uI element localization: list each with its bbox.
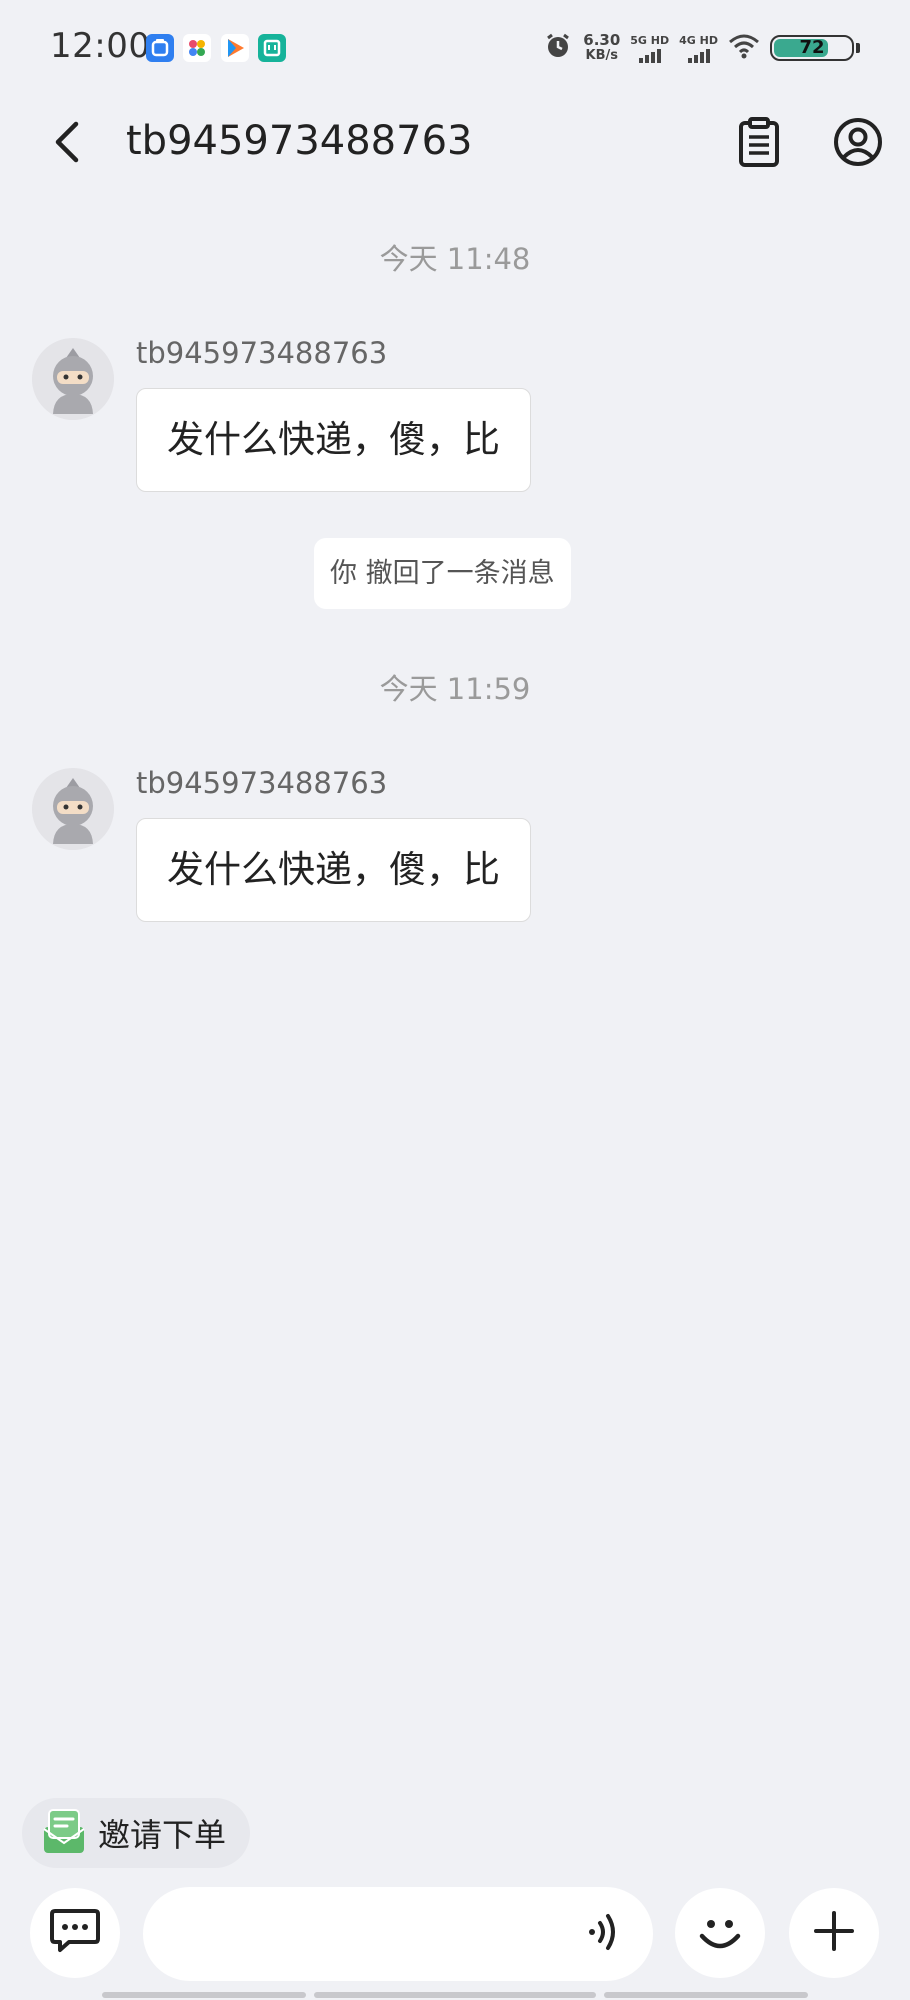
battery-indicator: 72 xyxy=(770,35,854,61)
invite-order-button[interactable]: 邀请下单 xyxy=(22,1798,251,1868)
pinwheel-app-icon xyxy=(183,34,211,62)
signal-bars-icon xyxy=(687,48,710,63)
plus-icon xyxy=(812,1909,856,1957)
sender-name: tb945973488763 xyxy=(136,336,388,370)
message-bubble[interactable]: 发什么快递，傻，比 xyxy=(136,388,531,492)
chat-header: tb945973488763 xyxy=(0,96,910,192)
profile-button[interactable] xyxy=(828,114,888,174)
bubble-app-icon xyxy=(146,34,174,62)
network-speed: 6.30 KB/s xyxy=(583,32,620,64)
invite-order-label: 邀请下单 xyxy=(98,1816,227,1854)
mi-app-icon xyxy=(258,34,286,62)
voice-wave-icon xyxy=(586,1909,626,1959)
sim2-signal: 4G HD xyxy=(679,34,718,63)
time-separator: 今天 11:59 xyxy=(379,672,531,706)
back-arrow-icon xyxy=(52,120,82,168)
sender-name: tb945973488763 xyxy=(136,766,388,800)
clipboard-icon xyxy=(737,117,781,171)
status-time: 12:00 xyxy=(50,26,151,66)
voice-button[interactable] xyxy=(581,1909,631,1959)
recall-notice: 你 撤回了一条消息 xyxy=(314,538,571,609)
message-bubble[interactable]: 发什么快递，傻，比 xyxy=(136,818,531,922)
emoji-button[interactable] xyxy=(675,1888,765,1978)
avatar[interactable] xyxy=(32,338,114,420)
chat-bubble-icon xyxy=(49,1907,101,1959)
gesture-bar xyxy=(102,1992,306,1998)
play-app-icon xyxy=(221,34,249,62)
order-invite-icon xyxy=(40,1807,88,1859)
message-input[interactable] xyxy=(173,1887,577,1983)
ninja-avatar-icon xyxy=(32,768,114,850)
signal-bars-icon xyxy=(638,48,661,63)
wifi-icon xyxy=(728,33,760,63)
order-list-button[interactable] xyxy=(729,114,789,174)
more-options-button[interactable] xyxy=(789,1888,879,1978)
sim1-signal: 5G HD xyxy=(630,34,669,63)
time-separator: 今天 11:48 xyxy=(379,242,531,276)
back-button[interactable] xyxy=(40,116,94,172)
smiley-icon xyxy=(693,1904,747,1962)
page-title: tb945973488763 xyxy=(126,118,473,164)
gesture-bar xyxy=(604,1992,808,1998)
battery-tip xyxy=(856,43,860,53)
input-toolbar xyxy=(0,1878,910,1998)
ninja-avatar-icon xyxy=(32,338,114,420)
sim1-label: 5G HD xyxy=(630,33,670,47)
alarm-icon xyxy=(543,31,573,65)
message-input-container xyxy=(143,1887,653,1983)
quick-reply-button[interactable] xyxy=(30,1888,120,1978)
user-icon xyxy=(833,117,883,171)
status-indicators: 6.30 KB/s 5G HD 4G HD 72 xyxy=(543,28,860,68)
battery-percent: 72 xyxy=(799,37,825,58)
network-speed-value: 6.30 xyxy=(583,31,621,49)
gesture-bar xyxy=(314,1992,596,1998)
sim2-label: 4G HD xyxy=(679,33,718,47)
status-bar: 12:00 6.30 KB/s 5G HD 4G HD 72 xyxy=(0,0,910,96)
avatar[interactable] xyxy=(32,768,114,850)
network-speed-unit: KB/s xyxy=(585,48,618,63)
